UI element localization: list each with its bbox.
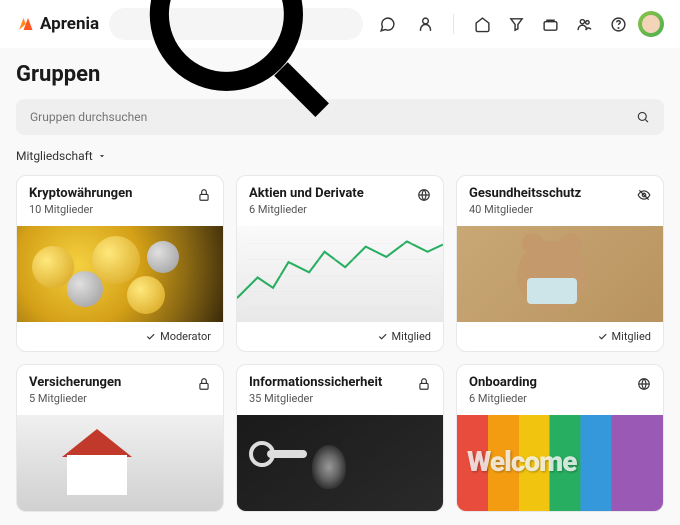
group-card[interactable]: Gesundheitsschutz 40 Mitglieder Mitglied bbox=[456, 175, 664, 352]
group-card[interactable]: Onboarding 6 Mitglieder Welcome bbox=[456, 364, 664, 512]
check-icon bbox=[597, 331, 608, 342]
group-members: 5 Mitglieder bbox=[29, 392, 121, 405]
chevron-down-icon bbox=[97, 151, 107, 161]
help-button[interactable] bbox=[604, 10, 632, 38]
filter-label: Mitgliedschaft bbox=[16, 149, 93, 163]
filter-button[interactable] bbox=[502, 10, 530, 38]
group-role: Mitglied bbox=[457, 322, 663, 351]
nav-divider bbox=[453, 14, 454, 34]
group-card[interactable]: Versicherungen 5 Mitglieder bbox=[16, 364, 224, 512]
globe-icon bbox=[637, 377, 651, 391]
group-title: Informationssicherheit bbox=[249, 375, 382, 390]
group-card[interactable]: Informationssicherheit 35 Mitglieder bbox=[236, 364, 444, 512]
groups-grid: Kryptowährungen 10 Mitglieder Moderator … bbox=[16, 175, 664, 512]
check-icon bbox=[145, 331, 156, 342]
global-search[interactable] bbox=[109, 8, 363, 40]
lock-icon bbox=[417, 377, 431, 391]
groups-button[interactable] bbox=[570, 10, 598, 38]
group-role: Moderator bbox=[17, 322, 223, 351]
user-avatar[interactable] bbox=[638, 11, 664, 37]
group-title: Versicherungen bbox=[29, 375, 121, 390]
group-card[interactable]: Aktien und Derivate 6 Mitglieder Mitglie… bbox=[236, 175, 444, 352]
group-title: Kryptowährungen bbox=[29, 186, 132, 201]
search-icon bbox=[636, 110, 650, 124]
logo-icon bbox=[16, 15, 34, 33]
brand-logo[interactable]: Aprenia bbox=[16, 14, 99, 34]
group-image bbox=[457, 226, 663, 322]
lock-icon bbox=[197, 188, 211, 202]
chat-button[interactable] bbox=[373, 10, 401, 38]
hidden-icon bbox=[637, 188, 651, 202]
group-members: 6 Mitglieder bbox=[469, 392, 537, 405]
group-role: Mitglied bbox=[237, 322, 443, 351]
group-title: Gesundheitsschutz bbox=[469, 186, 581, 201]
group-image bbox=[17, 415, 223, 511]
group-title: Onboarding bbox=[469, 375, 537, 390]
group-members: 40 Mitglieder bbox=[469, 203, 581, 216]
group-members: 6 Mitglieder bbox=[249, 203, 364, 216]
group-image: Welcome bbox=[457, 415, 663, 511]
brand-name: Aprenia bbox=[40, 14, 99, 34]
group-image bbox=[17, 226, 223, 322]
home-button[interactable] bbox=[468, 10, 496, 38]
group-members: 35 Mitglieder bbox=[249, 392, 382, 405]
people-button[interactable] bbox=[411, 10, 439, 38]
group-image bbox=[237, 226, 443, 322]
group-title: Aktien und Derivate bbox=[249, 186, 364, 201]
nav-icons bbox=[468, 10, 664, 38]
archive-button[interactable] bbox=[536, 10, 564, 38]
top-bar: Aprenia bbox=[0, 0, 680, 48]
page-content: Gruppen Mitgliedschaft Kryptowährungen 1… bbox=[0, 48, 680, 525]
groups-search-input[interactable] bbox=[30, 110, 636, 124]
membership-filter[interactable]: Mitgliedschaft bbox=[16, 149, 664, 163]
group-members: 10 Mitglieder bbox=[29, 203, 132, 216]
globe-icon bbox=[417, 188, 431, 202]
group-image bbox=[237, 415, 443, 511]
welcome-text: Welcome bbox=[467, 445, 577, 478]
group-card[interactable]: Kryptowährungen 10 Mitglieder Moderator bbox=[16, 175, 224, 352]
check-icon bbox=[377, 331, 388, 342]
lock-icon bbox=[197, 377, 211, 391]
